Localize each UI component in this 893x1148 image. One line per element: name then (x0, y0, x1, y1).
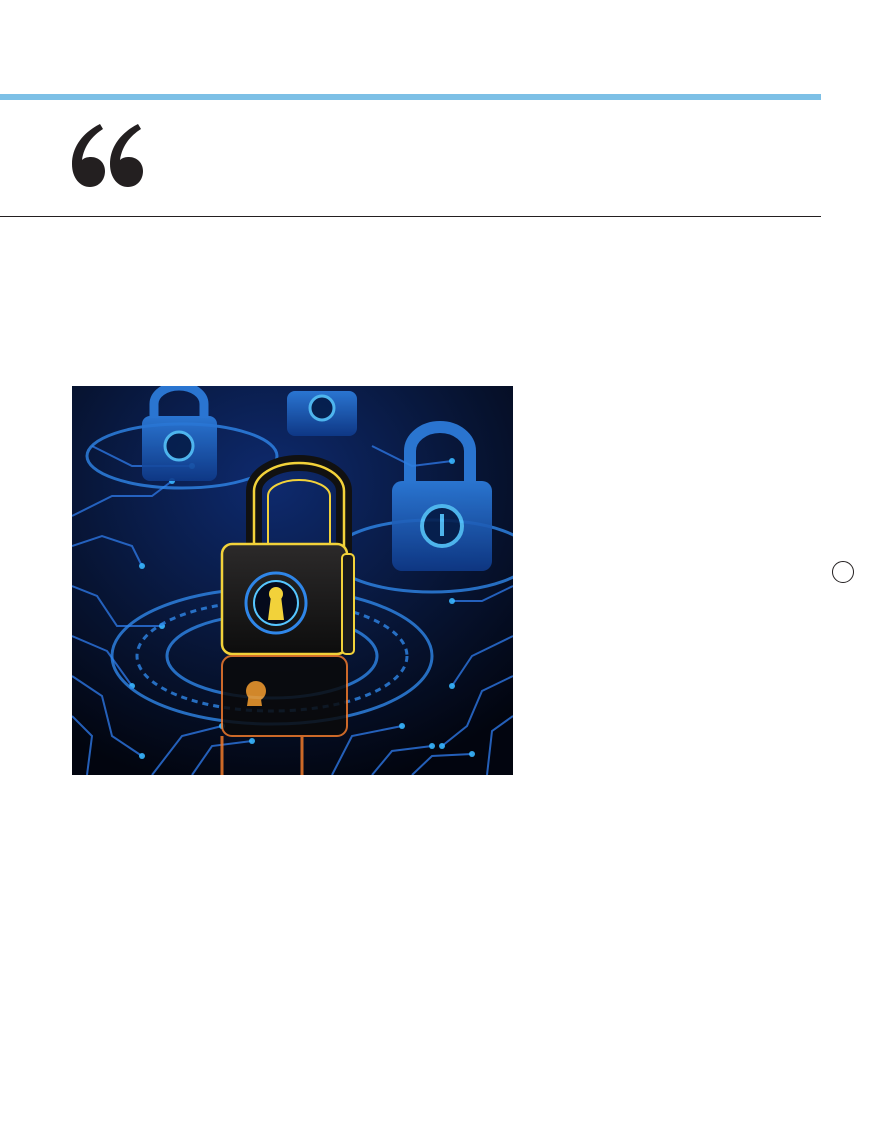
section-divider-rule (0, 216, 821, 217)
padlock-circuit-illustration (72, 386, 513, 775)
opening-quotation-mark-icon (70, 120, 144, 190)
top-blue-rule (0, 94, 821, 100)
circle-outline-icon (832, 561, 854, 583)
